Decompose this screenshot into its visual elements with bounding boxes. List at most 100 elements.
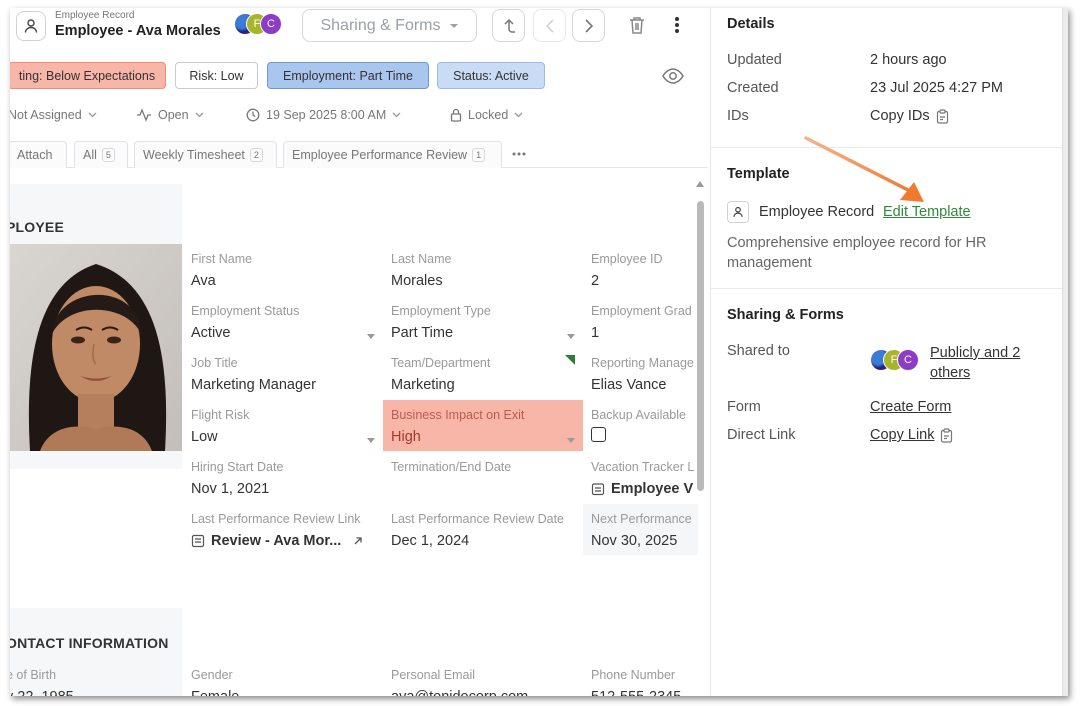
- field-employee-id[interactable]: Employee ID 2: [591, 252, 696, 290]
- lock-selector[interactable]: Locked: [450, 108, 523, 122]
- field-value: Marketing Manager: [191, 376, 316, 393]
- field-job-title[interactable]: Job Title Marketing Manager: [191, 356, 381, 394]
- assignee-selector[interactable]: Not Assigned: [10, 108, 97, 122]
- assignee-value: Not Assigned: [10, 108, 82, 122]
- employee-photo[interactable]: [10, 244, 182, 451]
- trash-icon: [630, 17, 644, 34]
- field-last-review-date[interactable]: Last Performance Review Date Dec 1, 2024: [391, 512, 581, 550]
- field-employment-status[interactable]: Employment Status Active: [191, 304, 381, 342]
- window-edge-scrollbar: [1062, 8, 1068, 696]
- field-backup-available[interactable]: Backup Available: [591, 408, 696, 442]
- field-last-name[interactable]: Last Name Morales: [391, 252, 581, 290]
- record-title: Employee - Ava Morales: [55, 23, 221, 39]
- template-heading: Template: [727, 166, 790, 182]
- external-link-icon[interactable]: [353, 536, 363, 546]
- section-title-contact: ONTACT INFORMATION: [10, 635, 169, 651]
- shared-avatars[interactable]: F C: [870, 349, 922, 373]
- field-employment-type[interactable]: Employment Type Part Time: [391, 304, 581, 342]
- workflow-status-value: Open: [158, 108, 189, 122]
- field-last-review-link[interactable]: Last Performance Review Link Review - Av…: [191, 512, 381, 550]
- field-next-review[interactable]: Next Performance Nov 30, 2025: [591, 512, 696, 550]
- field-label: Last Name: [391, 252, 452, 266]
- tab-count-badge: 5: [101, 148, 115, 162]
- chip-rating[interactable]: ting: Below Expectations: [10, 62, 166, 89]
- field-label: Business Impact on Exit: [391, 408, 525, 422]
- chevron-right-icon: [584, 18, 593, 33]
- field-hiring-start-date[interactable]: Hiring Start Date Nov 1, 2021: [191, 460, 381, 498]
- view-toggle-button[interactable]: [662, 65, 684, 87]
- record-type-button[interactable]: [16, 11, 46, 41]
- field-label: Backup Available: [591, 408, 686, 422]
- tab-weekly-timesheet[interactable]: Weekly Timesheet 2: [134, 141, 277, 168]
- field-value: Part Time: [391, 324, 454, 341]
- details-section: Details Updated 2 hours ago Created 23 J…: [711, 8, 1063, 148]
- field-gender[interactable]: Gender Female: [191, 668, 381, 696]
- field-value: Morales: [391, 272, 443, 289]
- shared-to-link[interactable]: Publicly and 2 others: [930, 343, 1040, 383]
- record-header: Employee Record Employee - Ava Morales F…: [10, 8, 708, 48]
- copy-ids-button[interactable]: Copy IDs: [870, 108, 949, 124]
- copy-link-button[interactable]: Copy Link: [870, 427, 953, 443]
- sharing-forms-button[interactable]: Sharing & Forms: [302, 9, 477, 42]
- field-date-of-birth[interactable]: e of Birth y 22, 1985: [10, 668, 176, 696]
- section-title-employee: PLOYEE: [10, 219, 64, 235]
- field-value: [391, 479, 581, 498]
- details-heading: Details: [727, 16, 775, 32]
- field-value: Nov 30, 2025: [591, 532, 678, 549]
- create-form-link[interactable]: Create Form: [870, 399, 951, 415]
- scroll-up-arrow-icon[interactable]: [696, 181, 704, 187]
- tab-all[interactable]: All 5: [74, 141, 128, 168]
- workflow-status-selector[interactable]: Open: [136, 108, 204, 122]
- tab-label: Weekly Timesheet: [143, 148, 245, 162]
- field-label: Job Title: [191, 356, 238, 370]
- field-personal-email[interactable]: Personal Email ava@tonidocorp.com: [391, 668, 581, 696]
- field-label: Termination/End Date: [391, 460, 512, 474]
- field-value: ava@tonidocorp.com: [391, 687, 581, 697]
- tab-employee-performance-review[interactable]: Employee Performance Review 1: [283, 141, 502, 168]
- chip-employment[interactable]: Employment: Part Time: [267, 62, 429, 89]
- due-date-value: 19 Sep 2025 8:00 AM: [266, 108, 387, 122]
- corner-marker-icon: [565, 355, 575, 365]
- ids-label: IDs: [727, 108, 749, 124]
- chip-risk[interactable]: Risk: Low: [175, 62, 258, 89]
- field-business-impact[interactable]: Business Impact on Exit High: [391, 408, 581, 446]
- form-scrollbar[interactable]: [694, 173, 706, 696]
- field-team-department[interactable]: Team/Department Marketing: [391, 355, 581, 394]
- shared-to-label: Shared to: [727, 343, 790, 359]
- field-label: Employment Type: [391, 304, 491, 318]
- record-form: PLOYEE oto: [10, 169, 708, 696]
- previous-record-button[interactable]: [533, 9, 566, 42]
- scrollbar-thumb[interactable]: [697, 201, 704, 491]
- field-vacation-tracker[interactable]: Vacation Tracker L Employee V: [591, 460, 696, 498]
- lock-icon: [450, 108, 462, 122]
- tab-attach[interactable]: Attach: [10, 141, 67, 168]
- chip-status[interactable]: Status: Active: [437, 62, 545, 89]
- field-label: e of Birth: [10, 668, 57, 682]
- field-flight-risk[interactable]: Flight Risk Low: [191, 408, 381, 446]
- field-value: Marketing: [391, 376, 455, 393]
- activity-icon: [137, 108, 151, 122]
- delete-button[interactable]: [626, 14, 648, 36]
- more-tabs-button[interactable]: [508, 143, 530, 165]
- field-reporting-manager[interactable]: Reporting Manage Elias Vance: [591, 356, 696, 394]
- field-label: First Name: [191, 252, 253, 266]
- field-label: Next Performance: [591, 512, 692, 526]
- copy-ids-label: Copy IDs: [870, 108, 930, 124]
- app-window: Employee Record Employee - Ava Morales F…: [10, 8, 1068, 696]
- created-value: 23 Jul 2025 4:27 PM: [870, 80, 1004, 96]
- field-first-name[interactable]: First Name Ava: [191, 252, 381, 290]
- tab-label: Employee Performance Review: [292, 148, 468, 162]
- go-up-button[interactable]: [492, 9, 525, 42]
- field-value: High: [391, 428, 421, 445]
- sharing-forms-label: Sharing & Forms: [320, 16, 441, 34]
- backup-checkbox[interactable]: [591, 427, 606, 442]
- more-options-button[interactable]: [666, 14, 688, 36]
- field-phone-number[interactable]: Phone Number 512-555-2345: [591, 668, 696, 696]
- template-description: Comprehensive employee record for HR man…: [727, 235, 987, 271]
- field-employment-grade[interactable]: Employment Grad 1: [591, 304, 696, 342]
- next-record-button[interactable]: [572, 9, 605, 42]
- field-label: Phone Number: [591, 668, 676, 682]
- field-label: Last Performance Review Date: [391, 512, 564, 526]
- field-termination-date[interactable]: Termination/End Date: [391, 460, 581, 498]
- due-date-selector[interactable]: 19 Sep 2025 8:00 AM: [246, 108, 401, 122]
